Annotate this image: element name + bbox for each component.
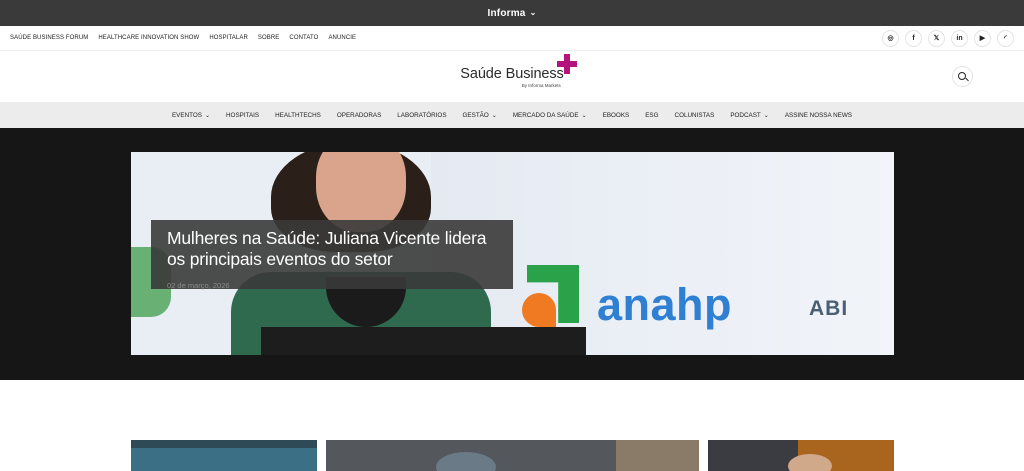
hero-podium bbox=[261, 327, 586, 355]
article-card-image bbox=[616, 440, 699, 471]
nav-label: OPERADORAS bbox=[336, 111, 382, 119]
nav-item-hospitais[interactable]: HOSPITAIS bbox=[226, 112, 259, 119]
nav-item-assine-nossa-news[interactable]: ASSINE NOSSA NEWS bbox=[785, 112, 852, 119]
logo-name: Saúde Business bbox=[460, 65, 564, 82]
nav-item-healthtechs[interactable]: HEALTHTECHS bbox=[275, 112, 321, 119]
nav-item-eventos[interactable]: EVENTOS ⌄ bbox=[172, 112, 210, 119]
article-card-image bbox=[131, 448, 317, 471]
x-icon[interactable]: 𝕏 bbox=[928, 29, 945, 47]
hero-title[interactable]: Mulheres na Saúde: Juliana Vicente lider… bbox=[167, 228, 497, 270]
brand-row: Saúde Business By Informa Markets bbox=[0, 51, 1024, 102]
chevron-down-icon: ⌄ bbox=[491, 112, 497, 119]
nav-item-operadoras[interactable]: OPERADORAS bbox=[337, 112, 381, 119]
nav-label: ASSINE NOSSA NEWS bbox=[784, 111, 852, 119]
top-link-hospitalar[interactable]: HOSPITALAR bbox=[209, 35, 248, 41]
nav-label: PODCAST bbox=[730, 111, 761, 119]
linkedin-icon[interactable]: in bbox=[951, 29, 968, 47]
article-card[interactable] bbox=[708, 440, 894, 471]
nav-label: LABORATÓRIOS bbox=[397, 111, 447, 119]
top-link-sobre[interactable]: SOBRE bbox=[258, 35, 280, 41]
nav-item-laboratorios[interactable]: LABORATÓRIOS bbox=[397, 112, 446, 119]
search-icon bbox=[957, 71, 966, 80]
anahp-banner-text: anahp bbox=[597, 279, 733, 330]
nav-item-esg[interactable]: ESG bbox=[645, 112, 658, 119]
site-logo[interactable]: Saúde Business By Informa Markets bbox=[460, 53, 577, 88]
nav-item-gestao[interactable]: GESTÃO ⌄ bbox=[463, 112, 497, 119]
nav-label: EBOOKS bbox=[602, 111, 630, 119]
informa-bar[interactable]: Informa ⌄ bbox=[0, 0, 1024, 26]
nav-label: ESG bbox=[645, 111, 659, 119]
youtube-icon[interactable]: ▶ bbox=[974, 29, 991, 47]
chevron-down-icon: ⌄ bbox=[204, 112, 210, 119]
nav-label: HOSPITAIS bbox=[226, 111, 260, 119]
hero-caption[interactable]: Mulheres na Saúde: Juliana Vicente lider… bbox=[151, 220, 513, 290]
informa-label[interactable]: Informa bbox=[488, 8, 526, 19]
search-button[interactable] bbox=[952, 66, 973, 87]
nav-item-podcast[interactable]: PODCAST ⌄ bbox=[730, 112, 768, 119]
main-nav: EVENTOS ⌄ HOSPITAIS HEALTHTECHS OPERADORA… bbox=[0, 102, 1024, 128]
logo-tagline: By Informa Markets bbox=[521, 82, 561, 88]
anahp-logo-mark bbox=[522, 265, 580, 327]
nav-label: GESTÃO bbox=[462, 111, 489, 119]
article-card-image bbox=[788, 454, 832, 471]
top-link-healthcare-innovation-show[interactable]: HEALTHCARE INNOVATION SHOW bbox=[98, 35, 199, 41]
social-links: ◎ f 𝕏 in ▶ ◜ bbox=[882, 29, 1014, 47]
article-cards-row bbox=[0, 440, 1024, 471]
article-card[interactable] bbox=[326, 440, 699, 471]
anahp-mark-orange bbox=[522, 293, 556, 327]
top-links-nav: SAÚDE BUSINESS FORUM HEALTHCARE INNOVATI… bbox=[10, 35, 356, 41]
nav-label: COLUNISTAS bbox=[674, 111, 715, 119]
top-link-anuncie[interactable]: ANUNCIE bbox=[328, 35, 356, 41]
rss-icon[interactable]: ◜ bbox=[997, 29, 1014, 47]
article-card-image bbox=[436, 452, 496, 471]
facebook-icon[interactable]: f bbox=[905, 29, 922, 47]
top-link-contato[interactable]: CONTATO bbox=[289, 35, 318, 41]
nav-item-mercado-da-saude[interactable]: MERCADO DA SAÚDE ⌄ bbox=[513, 112, 587, 119]
article-card[interactable] bbox=[131, 440, 317, 471]
top-link-saude-business-forum[interactable]: SAÚDE BUSINESS FORUM bbox=[10, 35, 88, 41]
chevron-down-icon: ⌄ bbox=[529, 7, 537, 17]
plus-cross-icon bbox=[556, 53, 577, 74]
nav-label: EVENTOS bbox=[171, 111, 202, 119]
nav-label: HEALTHTECHS bbox=[275, 111, 321, 119]
instagram-icon[interactable]: ◎ bbox=[882, 29, 899, 47]
chevron-down-icon: ⌄ bbox=[581, 112, 587, 119]
abi-banner-text: ABI bbox=[809, 297, 849, 320]
nav-label: MERCADO DA SAÚDE bbox=[512, 111, 579, 119]
nav-item-colunistas[interactable]: COLUNISTAS bbox=[675, 112, 715, 119]
hero-date: 02 de março, 2026 bbox=[167, 281, 230, 290]
chevron-down-icon: ⌄ bbox=[763, 112, 769, 119]
top-links-bar: SAÚDE BUSINESS FORUM HEALTHCARE INNOVATI… bbox=[0, 26, 1024, 51]
nav-item-ebooks[interactable]: EBOOKS bbox=[603, 112, 630, 119]
hero-band: anahp ABI Mulheres na Saúde: Juliana Vic… bbox=[0, 128, 1024, 380]
